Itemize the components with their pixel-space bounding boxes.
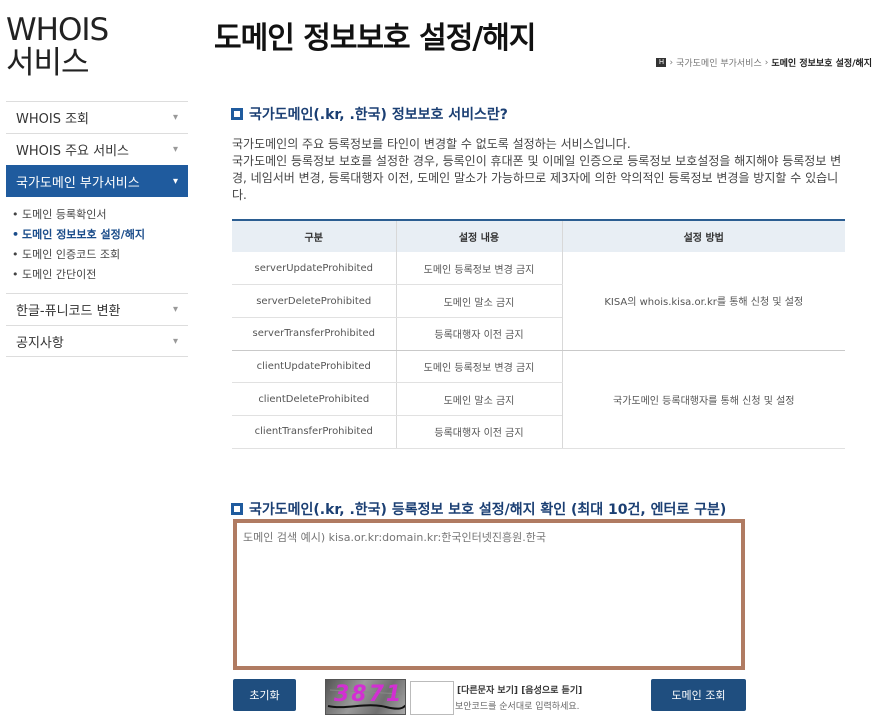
captcha-hint: 보안코드를 순서대로 입력하세요.: [455, 702, 580, 712]
column-header: 설정 방법: [561, 219, 845, 252]
table-header-row: 구분 설정 내용 설정 방법: [232, 219, 845, 252]
captcha-refresh-link[interactable]: [다른문자 보기]: [457, 686, 518, 696]
submenu-item-label: 도메인 등록확인서: [22, 208, 107, 221]
breadcrumb-current: 도메인 정보보호 설정/해지: [771, 59, 872, 69]
status-desc-cell: 도메인 등록정보 변경 금지: [395, 252, 562, 286]
square-bullet-icon: [231, 503, 243, 515]
submenu-item-auth-code-lookup[interactable]: • 도메인 인증코드 조회: [12, 245, 188, 265]
breadcrumb-parent[interactable]: 국가도메인 부가서비스: [676, 56, 762, 69]
service-title-line1: WHOIS: [6, 12, 109, 48]
sidebar-item-whois-main-services[interactable]: WHOIS 주요 서비스 ▾: [6, 133, 188, 165]
reset-button[interactable]: 초기화: [233, 679, 296, 711]
domain-lookup-button[interactable]: 도메인 조회: [651, 679, 746, 711]
status-desc-cell: 도메인 말소 금지: [395, 382, 562, 416]
table-row: serverUpdateProhibited 도메인 등록정보 변경 금지 KI…: [232, 252, 845, 351]
description-line: 국가도메인의 주요 등록정보를 타인이 변경할 수 없도록 설정하는 서비스입니…: [232, 137, 631, 151]
status-code-cell: serverTransferProhibited: [232, 317, 396, 351]
service-title-line2: 서비스: [6, 45, 90, 81]
status-code-cell: serverDeleteProhibited: [232, 284, 396, 318]
sidebar-submenu: • 도메인 등록확인서 • 도메인 정보보호 설정/해지 • 도메인 인증코드 조회 …: [6, 197, 188, 293]
captcha-links: [다른문자 보기] [음성으로 듣기]: [457, 683, 582, 696]
status-code-cell: clientDeleteProhibited: [232, 382, 396, 416]
bullet-icon: •: [12, 228, 20, 241]
chevron-down-icon: ▾: [172, 175, 178, 187]
domain-input-textarea[interactable]: [233, 519, 745, 670]
sidebar-item-label: WHOIS 조회: [16, 112, 90, 127]
protection-status-table: 구분 설정 내용 설정 방법 serverUpdateProhibited 도메…: [232, 219, 845, 449]
status-desc-cell: 등록대행자 이전 금지: [395, 415, 562, 449]
service-description: 국가도메인의 주요 등록정보를 타인이 변경할 수 없도록 설정하는 서비스입니…: [232, 136, 852, 204]
sidebar-item-notices[interactable]: 공지사항 ▾: [6, 325, 188, 357]
captcha-image: 3871: [325, 679, 406, 715]
bullet-icon: •: [12, 268, 19, 281]
captcha-input[interactable]: [410, 681, 454, 715]
chevron-down-icon: ▾: [172, 335, 178, 347]
square-bullet-icon: [231, 108, 243, 120]
section-heading-service-intro: 국가도메인(.kr, .한국) 정보보호 서비스란?: [231, 104, 508, 124]
captcha-text: 3871: [334, 682, 404, 707]
column-header: 설정 내용: [395, 219, 562, 252]
sidebar-item-label: 한글-퓨니코드 변환: [16, 304, 121, 319]
breadcrumb-separator: ›: [669, 57, 674, 68]
captcha-audio-link[interactable]: [음성으로 듣기]: [521, 686, 582, 696]
chevron-down-icon: ▾: [172, 304, 178, 315]
column-header: 구분: [232, 219, 396, 252]
section-heading-text: 국가도메인(.kr, .한국) 정보보호 서비스란?: [249, 107, 508, 123]
sidebar-item-kr-addon-services[interactable]: 국가도메인 부가서비스 ▾: [6, 165, 188, 197]
status-desc-cell: 도메인 말소 금지: [395, 284, 562, 318]
bullet-icon: •: [12, 208, 19, 221]
chevron-down-icon: ▾: [172, 144, 178, 155]
section-heading-check: 국가도메인(.kr, .한국) 등록정보 보호 설정/해지 확인 (최대 10건…: [231, 499, 726, 519]
breadcrumb: H › 국가도메인 부가서비스 › 도메인 정보보호 설정/해지: [656, 56, 872, 69]
status-code-cell: serverUpdateProhibited: [232, 252, 396, 286]
sidebar-item-label: WHOIS 주요 서비스: [16, 144, 130, 159]
submenu-item-registration-certificate[interactable]: • 도메인 등록확인서: [12, 205, 188, 225]
method-cell: KISA의 whois.kisa.or.kr를 통해 신청 및 설정: [561, 252, 845, 351]
sidebar-item-punycode-convert[interactable]: 한글-퓨니코드 변환 ▾: [6, 293, 188, 325]
service-title: WHOIS 서비스: [6, 12, 109, 81]
submenu-item-label: 도메인 정보보호 설정/해지: [22, 228, 145, 241]
submenu-item-label: 도메인 간단이전: [22, 268, 97, 281]
status-desc-cell: 등록대행자 이전 금지: [395, 317, 562, 351]
status-code-cell: clientTransferProhibited: [232, 415, 396, 449]
page-title: 도메인 정보보호 설정/해지: [214, 21, 536, 56]
description-line: 국가도메인 등록정보 보호를 설정한 경우, 등록인이 휴대폰 및 이메일 인증…: [232, 154, 842, 202]
status-code-cell: clientUpdateProhibited: [232, 350, 396, 384]
home-icon[interactable]: H: [656, 58, 667, 67]
chevron-down-icon: ▾: [172, 112, 178, 123]
sidebar-nav: WHOIS 조회 ▾ WHOIS 주요 서비스 ▾ 국가도메인 부가서비스 ▾ …: [6, 101, 188, 357]
sidebar-item-label: 공지사항: [16, 335, 64, 351]
submenu-item-info-protection[interactable]: • 도메인 정보보호 설정/해지: [12, 225, 188, 245]
section-heading-text: 국가도메인(.kr, .한국) 등록정보 보호 설정/해지 확인 (최대 10건…: [249, 502, 727, 518]
method-cell: 국가도메인 등록대행자를 통해 신청 및 설정: [561, 350, 845, 449]
sidebar-item-whois-lookup[interactable]: WHOIS 조회 ▾: [6, 101, 188, 133]
table-row: clientUpdateProhibited 도메인 등록정보 변경 금지 국가…: [232, 350, 845, 449]
breadcrumb-separator: ›: [764, 57, 769, 68]
bullet-icon: •: [12, 248, 19, 261]
submenu-item-simple-transfer[interactable]: • 도메인 간단이전: [12, 265, 188, 285]
submenu-item-label: 도메인 인증코드 조회: [22, 248, 121, 261]
sidebar-item-label: 국가도메인 부가서비스: [16, 175, 140, 191]
status-desc-cell: 도메인 등록정보 변경 금지: [395, 350, 562, 384]
